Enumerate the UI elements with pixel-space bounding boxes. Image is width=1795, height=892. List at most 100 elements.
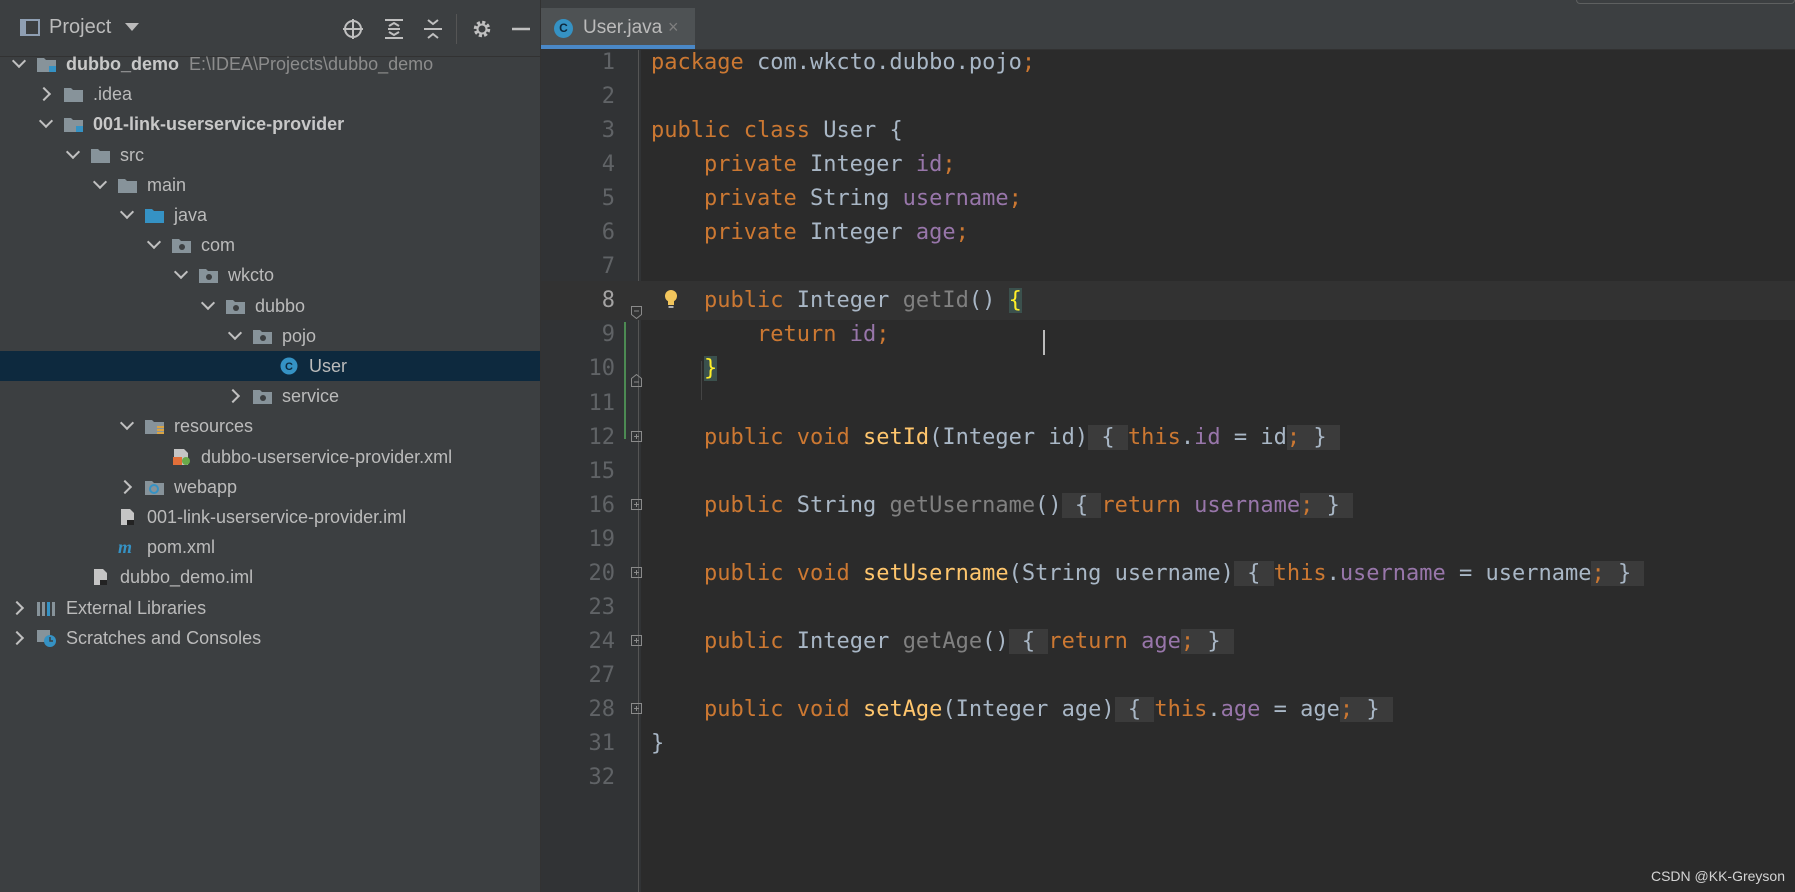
- tab-label: User.java: [583, 17, 663, 38]
- tree-item-text: External Libraries: [66, 597, 207, 618]
- tree-item-main[interactable]: main: [0, 170, 540, 200]
- tree-item-label: .idea: [93, 79, 132, 109]
- tree-item-dubbo-demo[interactable]: dubbo_demo E:\IDEA\Projects\dubbo_demo: [0, 49, 540, 79]
- collapse-all-icon[interactable]: [421, 17, 445, 41]
- fold-collapse-icon[interactable]: [631, 361, 642, 388]
- fold-expand-icon[interactable]: [631, 566, 642, 578]
- tree-item-service[interactable]: service: [0, 381, 540, 411]
- chevron-down-icon[interactable]: [119, 416, 135, 431]
- tree-item-pojo[interactable]: pojo: [0, 321, 540, 351]
- chevron-down-icon[interactable]: [92, 174, 108, 189]
- web-folder-icon: [144, 478, 165, 496]
- tree-item-com[interactable]: com: [0, 230, 540, 260]
- chevron-right-icon[interactable]: [36, 87, 52, 102]
- tree-item-dubbo[interactable]: dubbo: [0, 291, 540, 321]
- expand-all-icon[interactable]: [382, 17, 406, 41]
- tree-item-label: main: [147, 170, 186, 200]
- tree-item-webapp[interactable]: webapp: [0, 472, 540, 502]
- chevron-down-icon[interactable]: [38, 114, 54, 129]
- tree-item-text: .idea: [93, 84, 133, 105]
- project-tool-window: Project dubbo_demo E:\IDEA\Projects\dubbo…: [0, 0, 541, 892]
- chevron-down-icon[interactable]: [119, 204, 135, 220]
- scratches-icon: [36, 629, 57, 647]
- chevron-right-icon[interactable]: [117, 479, 133, 494]
- tree-item-label: com: [201, 230, 235, 260]
- fold-expand-icon[interactable]: [631, 430, 642, 442]
- tree-item-label: dubbo-userservice-provider.xml: [201, 442, 452, 472]
- tree-item-001-link-userservice-provider[interactable]: 001-link-userservice-provider: [0, 109, 540, 139]
- lightbulb-icon[interactable]: [663, 289, 679, 311]
- tree-item-text: pom.xml: [147, 537, 216, 558]
- tree-item-wkcto[interactable]: wkcto: [0, 260, 540, 290]
- svg-text:C: C: [285, 361, 293, 373]
- folder-icon: [90, 146, 111, 164]
- code-editor[interactable]: 1 package com.wkcto.dubbo.pojo; 2 3 public c…: [541, 50, 1795, 892]
- line-number[interactable]: 32: [541, 758, 616, 797]
- svg-text:m: m: [118, 538, 132, 556]
- chevron-down-icon[interactable]: [227, 325, 243, 340]
- tree-item-text: wkcto: [228, 265, 275, 286]
- maven-icon: m: [117, 538, 138, 556]
- project-panel-title[interactable]: Project: [49, 16, 111, 39]
- tree-item-001-link-userservice-provider-iml[interactable]: 001-link-userservice-provider.iml: [0, 502, 540, 532]
- indent-guide: [701, 361, 702, 400]
- tree-item-src[interactable]: src: [0, 140, 540, 170]
- toolbar-field[interactable]: [1576, 0, 1795, 4]
- tree-item-text: 001-link-userservice-provider.iml: [147, 507, 407, 527]
- tree-item-text: dubbo_demo.iml: [120, 567, 254, 588]
- tree-item-text: main: [147, 174, 187, 195]
- tree-item-scratches-and-consoles[interactable]: Scratches and Consoles: [0, 623, 540, 653]
- chevron-down-icon[interactable]: [146, 235, 162, 250]
- code-line[interactable]: 32: [541, 758, 1795, 797]
- package-icon: [252, 327, 273, 345]
- package-icon: [252, 387, 273, 405]
- chevron-down-icon[interactable]: [173, 265, 189, 280]
- module-folder-icon: [63, 115, 84, 133]
- tree-item-java[interactable]: java: [0, 200, 540, 230]
- tree-item-user[interactable]: C User: [0, 351, 540, 381]
- gear-icon[interactable]: [470, 17, 494, 41]
- tree-item-label: src: [120, 140, 144, 170]
- tree-item-text: dubbo-userservice-provider.xml: [201, 446, 453, 467]
- fold-collapse-icon[interactable]: [631, 293, 642, 320]
- fold-expand-icon[interactable]: [631, 498, 642, 510]
- tree-item-idea[interactable]: .idea: [0, 79, 540, 109]
- tree-item-dubbo-demo-iml[interactable]: dubbo_demo.iml: [0, 562, 540, 592]
- iml-file-icon: [117, 508, 138, 526]
- tree-item-label: wkcto: [228, 260, 274, 290]
- tree-item-text: java: [174, 205, 208, 225]
- java-class-icon: C: [279, 357, 300, 375]
- chevron-down-icon[interactable]: [65, 144, 81, 159]
- close-icon[interactable]: ×: [668, 17, 679, 38]
- chevron-right-icon[interactable]: [9, 630, 25, 645]
- tree-item-pom-xml[interactable]: m pom.xml: [0, 532, 540, 562]
- chevron-right-icon[interactable]: [9, 600, 25, 615]
- chevron-down-icon[interactable]: [125, 23, 139, 31]
- chevron-down-icon[interactable]: [200, 295, 216, 310]
- iml-file-icon: [90, 568, 111, 586]
- tree-item-text: dubbo: [255, 295, 306, 316]
- package-icon: [198, 266, 219, 284]
- tree-item-text: User: [309, 356, 348, 376]
- tree-item-text: webapp: [174, 476, 238, 497]
- tree-item-text: src: [120, 144, 144, 165]
- module-path: E:\IDEA\Projects\dubbo_demo: [189, 54, 434, 74]
- minimize-icon[interactable]: [509, 17, 533, 41]
- tree-item-label: 001-link-userservice-provider.iml: [147, 502, 406, 532]
- source-folder-icon: [144, 206, 165, 224]
- tree-item-text: service: [282, 386, 340, 407]
- tree-item-label: 001-link-userservice-provider: [93, 109, 344, 139]
- locate-icon[interactable]: [341, 17, 365, 41]
- folder-icon: [63, 85, 84, 103]
- chevron-down-icon[interactable]: [11, 53, 27, 69]
- tree-item-dubbo-userservice-provider-xml[interactable]: dubbo-userservice-provider.xml: [0, 442, 540, 472]
- tree-item-text: resources: [174, 416, 254, 437]
- fold-expand-icon[interactable]: [631, 702, 642, 714]
- fold-expand-icon[interactable]: [631, 634, 642, 646]
- chevron-right-icon[interactable]: [225, 389, 241, 404]
- tree-item-label: External Libraries: [66, 593, 206, 623]
- tree-item-external-libraries[interactable]: External Libraries: [0, 593, 540, 623]
- tree-item-text: pojo: [282, 325, 317, 346]
- tree-item-resources[interactable]: resources: [0, 411, 540, 441]
- folder-icon: [117, 176, 138, 194]
